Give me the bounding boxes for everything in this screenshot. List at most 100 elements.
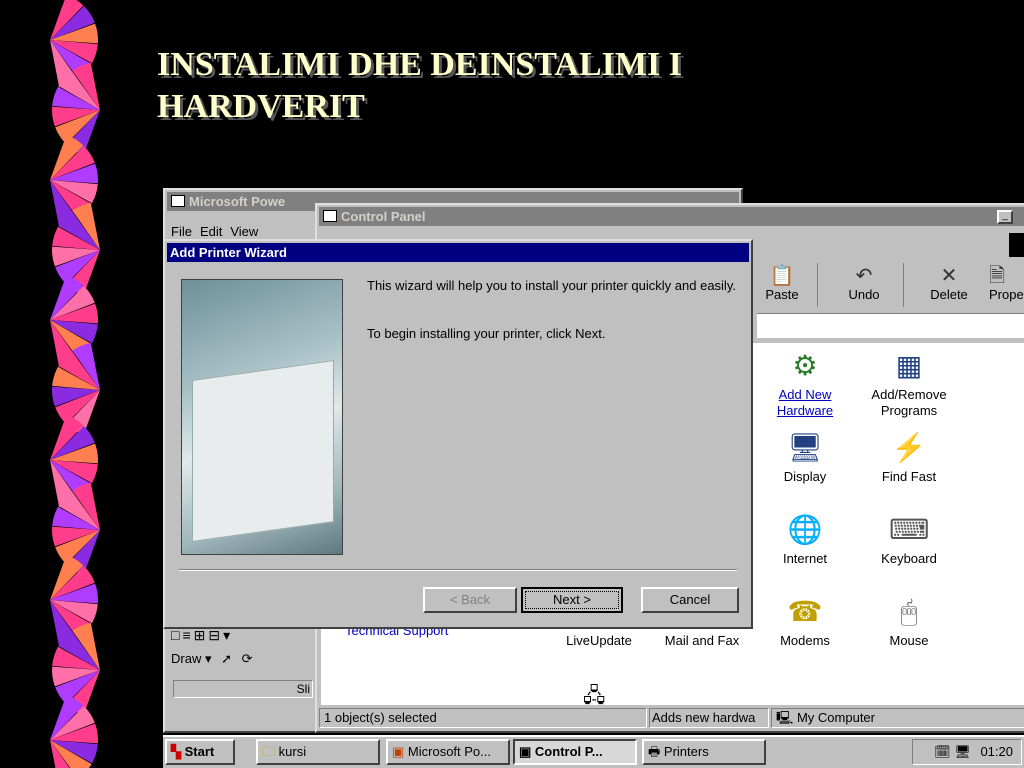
wizard-text1: This wizard will help you to install you…	[367, 278, 736, 293]
start-button[interactable]: ▚ Start	[165, 739, 235, 765]
control-panel-title: Control Panel	[341, 209, 426, 224]
mouse-icon: 🖱	[900, 596, 918, 627]
cp-item-modems[interactable]: ☎ Modems	[757, 595, 853, 649]
status-location: 🖳 My Computer	[771, 708, 1024, 728]
cp-item-label: Add/Remove Programs	[871, 387, 947, 418]
paste-button[interactable]: 📋 Paste	[757, 265, 807, 302]
internet-icon: 🌐	[787, 514, 823, 545]
back-button[interactable]: < Back	[423, 587, 517, 613]
slide-title-line2: HARDVERIT	[157, 88, 365, 125]
task-label: Microsoft Po...	[407, 744, 491, 759]
powerpoint-icon	[171, 195, 185, 207]
cp-item-mouse[interactable]: 🖱 Mouse	[861, 595, 957, 649]
control-panel-icon: ▣	[519, 744, 532, 759]
find-fast-icon: ⚡	[891, 432, 927, 463]
status-hint-text: Adds new hardwa	[652, 710, 756, 725]
modems-icon: ☎	[787, 596, 823, 627]
delete-label: Delete	[930, 287, 968, 302]
cp-item-find-fast[interactable]: ⚡ Find Fast	[861, 431, 957, 485]
printer-paper-shape	[192, 360, 334, 542]
next-button[interactable]: Next >	[521, 587, 623, 613]
delete-icon: ✕	[940, 265, 958, 287]
status-hint: Adds new hardwa	[649, 708, 769, 728]
pointer-icon[interactable]: ➚	[221, 651, 232, 666]
undo-button[interactable]: ↶ Undo	[839, 265, 889, 302]
rotate-icon[interactable]: ⟳	[242, 651, 253, 666]
draw-toolbar: Draw ▾ ➚ ⟳	[171, 651, 253, 667]
properties-button[interactable]: 🗎 Prope	[989, 265, 1024, 302]
next-button-label: Next >	[525, 591, 619, 609]
task-powerpoint[interactable]: ▣ Microsoft Po...	[386, 739, 510, 765]
wizard-printer-image	[181, 279, 343, 555]
paste-label: Paste	[765, 287, 799, 302]
toolbar-separator	[817, 263, 818, 307]
powerpoint-menubar: File Edit View	[171, 224, 266, 239]
cp-item-label: Internet	[782, 551, 828, 566]
wizard-title: Add Printer Wizard	[170, 245, 287, 260]
cp-item-keyboard[interactable]: ⌨ Keyboard	[861, 513, 957, 567]
cp-item-internet[interactable]: 🌐 Internet	[757, 513, 853, 567]
slide-indicator: Sli	[173, 680, 313, 698]
add-hardware-icon: ⚙	[792, 350, 818, 381]
tray-schedule-icon[interactable]: 🗓	[934, 744, 951, 759]
task-control-panel[interactable]: ▣ Control P...	[513, 739, 637, 765]
properties-label: Prope	[989, 287, 1024, 302]
cp-item-label: Display	[783, 469, 827, 484]
folder-icon: 🗀	[262, 744, 276, 759]
properties-icon: 🗎	[989, 265, 1006, 287]
powerpoint-title: Microsoft Powe	[189, 194, 286, 209]
delete-button[interactable]: ✕ Delete	[924, 265, 974, 302]
slide-indicator-label: Sli	[296, 682, 310, 696]
cp-item-add-new-hardware[interactable]: ⚙ Add New Hardware	[757, 349, 853, 419]
cp-item-label: Mouse	[889, 633, 929, 648]
windows-logo-icon: ▚	[171, 744, 181, 759]
my-computer-icon: 🖳	[776, 710, 794, 725]
status-selection-text: 1 object(s) selected	[324, 710, 437, 725]
slide-title-line1: INSTALIMI DHE DEINSTALIMI I	[157, 46, 682, 83]
cp-item-label: LiveUpdate	[566, 633, 632, 648]
menu-edit[interactable]: Edit	[200, 224, 222, 239]
control-panel-icon	[323, 210, 337, 222]
wizard-divider	[179, 569, 737, 571]
task-label: Printers	[663, 744, 709, 759]
task-printers[interactable]: 🖶 Printers	[642, 739, 766, 765]
decorative-ribbon	[50, 0, 100, 768]
cp-item-add-remove-programs[interactable]: ▦ Add/Remove Programs	[861, 349, 957, 419]
task-label: Control P...	[534, 744, 603, 759]
powerpoint-icon: ▣	[392, 744, 405, 759]
wizard-text2: To begin installing your printer, click …	[367, 326, 606, 341]
view-buttons[interactable]: □≡⊞⊟▾	[171, 627, 233, 644]
cp-item-label: Modems	[780, 633, 830, 648]
undo-icon: ↶	[855, 265, 873, 287]
task-label: kursi	[278, 744, 307, 759]
slide-title: INSTALIMI DHE DEINSTALIMI I HARDVERIT	[157, 44, 857, 128]
paste-icon: 📋	[769, 265, 795, 287]
menu-view[interactable]: View	[230, 224, 258, 239]
cp-item-label: Keyboard	[881, 551, 937, 566]
toolbar-separator	[903, 263, 904, 307]
add-printer-wizard[interactable]: Add Printer Wizard This wizard will help…	[163, 239, 753, 629]
draw-menu[interactable]: Draw ▾	[171, 651, 211, 666]
task-kursi[interactable]: 🗀 kursi	[256, 739, 380, 765]
clock: 01:20	[980, 744, 1013, 759]
network-icon: 🖧	[583, 685, 606, 707]
cp-item-label: Add New Hardware	[776, 387, 834, 418]
start-label: Start	[184, 744, 215, 759]
cancel-button[interactable]: Cancel	[641, 587, 739, 613]
address-bar[interactable]	[757, 313, 1024, 338]
menu-file[interactable]: File	[171, 224, 192, 239]
throbber-logo	[1009, 233, 1024, 257]
tray-monitor-icon[interactable]: 🖥	[954, 744, 971, 759]
control-panel-titlebar[interactable]: Control Panel	[319, 207, 1024, 226]
status-selection: 1 object(s) selected	[319, 708, 647, 728]
undo-label: Undo	[848, 287, 880, 302]
status-location-text: My Computer	[796, 710, 875, 725]
minimize-button[interactable]: _	[997, 210, 1013, 224]
cp-item-display[interactable]: 🖥 Display	[757, 431, 853, 485]
add-remove-programs-icon: ▦	[895, 350, 923, 381]
cp-item-label: Find Fast	[881, 469, 937, 484]
system-tray: 🗓 🖥 01:20	[912, 739, 1022, 765]
wizard-titlebar[interactable]: Add Printer Wizard	[167, 243, 749, 262]
keyboard-icon: ⌨	[889, 514, 930, 545]
printers-icon: 🖶	[648, 744, 661, 759]
